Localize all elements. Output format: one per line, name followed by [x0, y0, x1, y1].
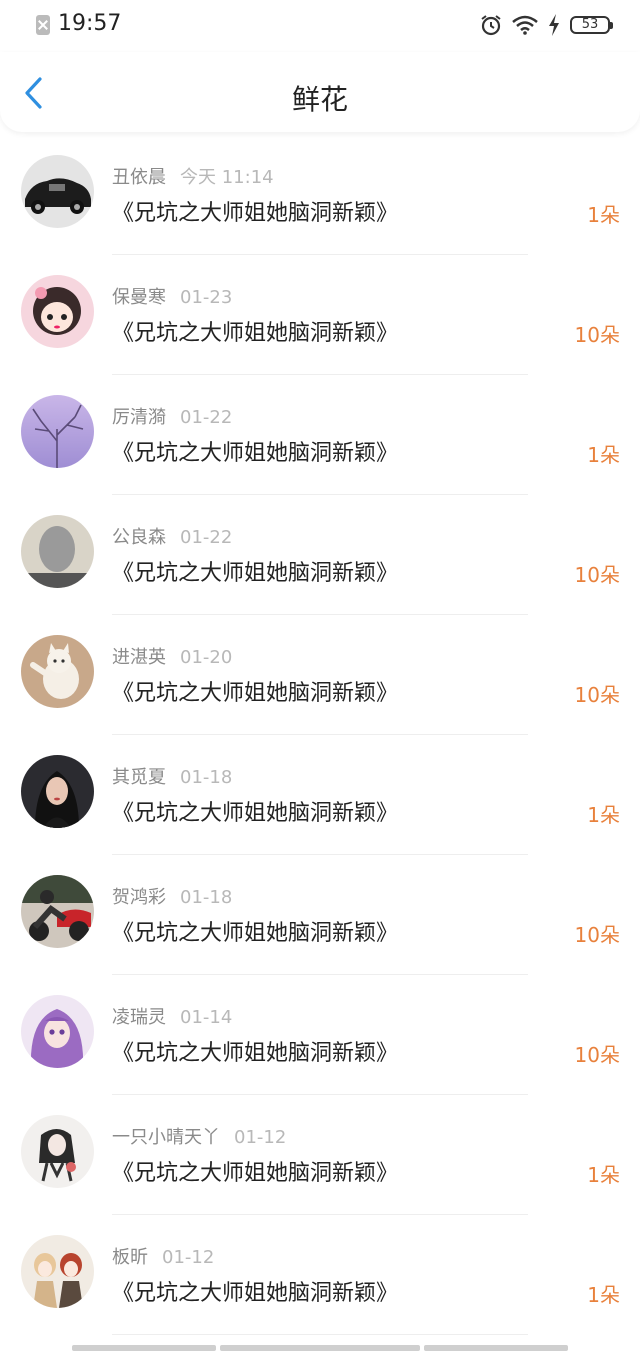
page-title: 鲜花	[291, 83, 348, 116]
status-bar: 19:57 53	[0, 0, 640, 52]
nav-bar: 鲜花	[0, 52, 640, 132]
flower-count: 1朵	[587, 803, 620, 827]
gift-time: 今天 11:14	[180, 167, 274, 188]
woman-portrait-avatar[interactable]	[21, 755, 94, 828]
alarm-icon	[481, 15, 501, 36]
flower-count: 10朵	[574, 683, 620, 707]
user-name[interactable]: 贺鸿彩	[112, 887, 166, 908]
book-title[interactable]: 《兄坑之大师姐她脑洞新颖》	[112, 675, 398, 707]
anime-couple-avatar[interactable]	[21, 1235, 94, 1308]
book-title[interactable]: 《兄坑之大师姐她脑洞新颖》	[112, 1035, 398, 1067]
list-item[interactable]: 其觅夏 01-18 《兄坑之大师姐她脑洞新颖》 1朵	[0, 735, 640, 855]
gift-time: 01-22	[180, 407, 233, 428]
user-name[interactable]: 保曼寒	[112, 287, 166, 308]
gift-time: 01-12	[162, 1247, 215, 1268]
sketch-girl-avatar[interactable]	[21, 1115, 94, 1188]
bottom-bar-segment	[220, 1345, 420, 1351]
item-meta: 凌瑞灵 01-14	[112, 1003, 232, 1029]
status-time: 19:57	[58, 11, 122, 36]
book-title[interactable]: 《兄坑之大师姐她脑洞新颖》	[112, 315, 398, 347]
list-item[interactable]: 厉清漪 01-22 《兄坑之大师姐她脑洞新颖》 1朵	[0, 375, 640, 495]
motorcycle-avatar[interactable]	[21, 875, 94, 948]
purple-tree-avatar[interactable]	[21, 395, 94, 468]
flower-count: 1朵	[587, 1283, 620, 1307]
flower-count: 10朵	[574, 323, 620, 347]
gift-time: 01-14	[180, 1007, 233, 1028]
cartoon-girl-avatar[interactable]	[21, 275, 94, 348]
gift-time: 01-22	[180, 527, 233, 548]
item-meta: 一只小晴天丫 01-12	[112, 1123, 286, 1149]
battery-icon: 53	[570, 16, 613, 34]
bottom-partial-bar	[0, 1345, 640, 1351]
gift-time: 01-20	[180, 647, 233, 668]
flower-count: 10朵	[574, 923, 620, 947]
list-item[interactable]: 一只小晴天丫 01-12 《兄坑之大师姐她脑洞新颖》 1朵	[0, 1095, 640, 1215]
book-title[interactable]: 《兄坑之大师姐她脑洞新颖》	[112, 1155, 398, 1187]
item-meta: 厉清漪 01-22	[112, 403, 232, 429]
bottom-bar-segment	[424, 1345, 568, 1351]
flowers-page: 19:57 53 鲜花 丑依晨 今天 11:14 《兄坑之大师姐她脑洞新颖》 1…	[0, 0, 640, 1351]
status-icons: 53	[480, 12, 613, 38]
list-item[interactable]: 凌瑞灵 01-14 《兄坑之大师姐她脑洞新颖》 10朵	[0, 975, 640, 1095]
book-title[interactable]: 《兄坑之大师姐她脑洞新颖》	[112, 795, 398, 827]
user-name[interactable]: 进湛英	[112, 647, 166, 668]
book-title[interactable]: 《兄坑之大师姐她脑洞新颖》	[112, 1275, 398, 1307]
bottom-bar-segment	[72, 1345, 216, 1351]
book-title[interactable]: 《兄坑之大师姐她脑洞新颖》	[112, 915, 398, 947]
book-title[interactable]: 《兄坑之大师姐她脑洞新颖》	[112, 555, 398, 587]
anime-girl-avatar[interactable]	[21, 995, 94, 1068]
item-meta: 保曼寒 01-23	[112, 283, 232, 309]
list-item[interactable]: 贺鸿彩 01-18 《兄坑之大师姐她脑洞新颖》 10朵	[0, 855, 640, 975]
battery-level: 53	[581, 17, 599, 32]
item-meta: 板昕 01-12	[112, 1243, 214, 1269]
user-name[interactable]: 一只小晴天丫	[112, 1127, 220, 1148]
flower-count: 1朵	[587, 1163, 620, 1187]
item-meta: 公良森 01-22	[112, 523, 232, 549]
gift-time: 01-18	[180, 767, 233, 788]
flower-list: 丑依晨今天 11:14 《兄坑之大师姐她脑洞新颖》 1朵 保曼寒 01-23	[0, 135, 640, 1335]
gift-time: 01-12	[234, 1127, 287, 1148]
wifi-icon	[512, 15, 538, 35]
item-meta: 进湛英 01-20	[112, 643, 232, 669]
list-item[interactable]: 保曼寒 01-23 《兄坑之大师姐她脑洞新颖》 10朵	[0, 255, 640, 375]
blurred-person-avatar[interactable]	[21, 515, 94, 588]
flower-count: 10朵	[574, 563, 620, 587]
charging-icon	[549, 14, 559, 36]
notification-blocked-icon	[36, 15, 50, 35]
book-title[interactable]: 《兄坑之大师姐她脑洞新颖》	[112, 435, 398, 467]
user-name[interactable]: 凌瑞灵	[112, 1007, 166, 1028]
user-name[interactable]: 丑依晨	[112, 167, 166, 188]
list-item[interactable]: 板昕 01-12 《兄坑之大师姐她脑洞新颖》 1朵	[0, 1215, 640, 1335]
flower-count: 10朵	[574, 1043, 620, 1067]
gift-time: 01-18	[180, 887, 233, 908]
user-name[interactable]: 厉清漪	[112, 407, 166, 428]
gift-time: 01-23	[180, 287, 233, 308]
flower-count: 1朵	[587, 203, 620, 227]
item-meta: 其觅夏 01-18	[112, 763, 232, 789]
list-item[interactable]: 公良森 01-22 《兄坑之大师姐她脑洞新颖》 10朵	[0, 495, 640, 615]
user-name[interactable]: 公良森	[112, 527, 166, 548]
book-title[interactable]: 《兄坑之大师姐她脑洞新颖》	[112, 195, 398, 227]
vintage-car-avatar[interactable]	[21, 155, 94, 228]
item-meta: 丑依晨 今天 11:14	[112, 163, 274, 189]
cat-avatar[interactable]	[21, 635, 94, 708]
list-item[interactable]: 进湛英 01-20 《兄坑之大师姐她脑洞新颖》 10朵	[0, 615, 640, 735]
user-name[interactable]: 其觅夏	[112, 767, 166, 788]
item-meta: 贺鸿彩 01-18	[112, 883, 232, 909]
flower-count: 1朵	[587, 443, 620, 467]
divider	[112, 1334, 528, 1335]
user-name[interactable]: 板昕	[112, 1247, 148, 1268]
list-item[interactable]: 丑依晨 今天 11:14 《兄坑之大师姐她脑洞新颖》 1朵	[0, 135, 640, 255]
